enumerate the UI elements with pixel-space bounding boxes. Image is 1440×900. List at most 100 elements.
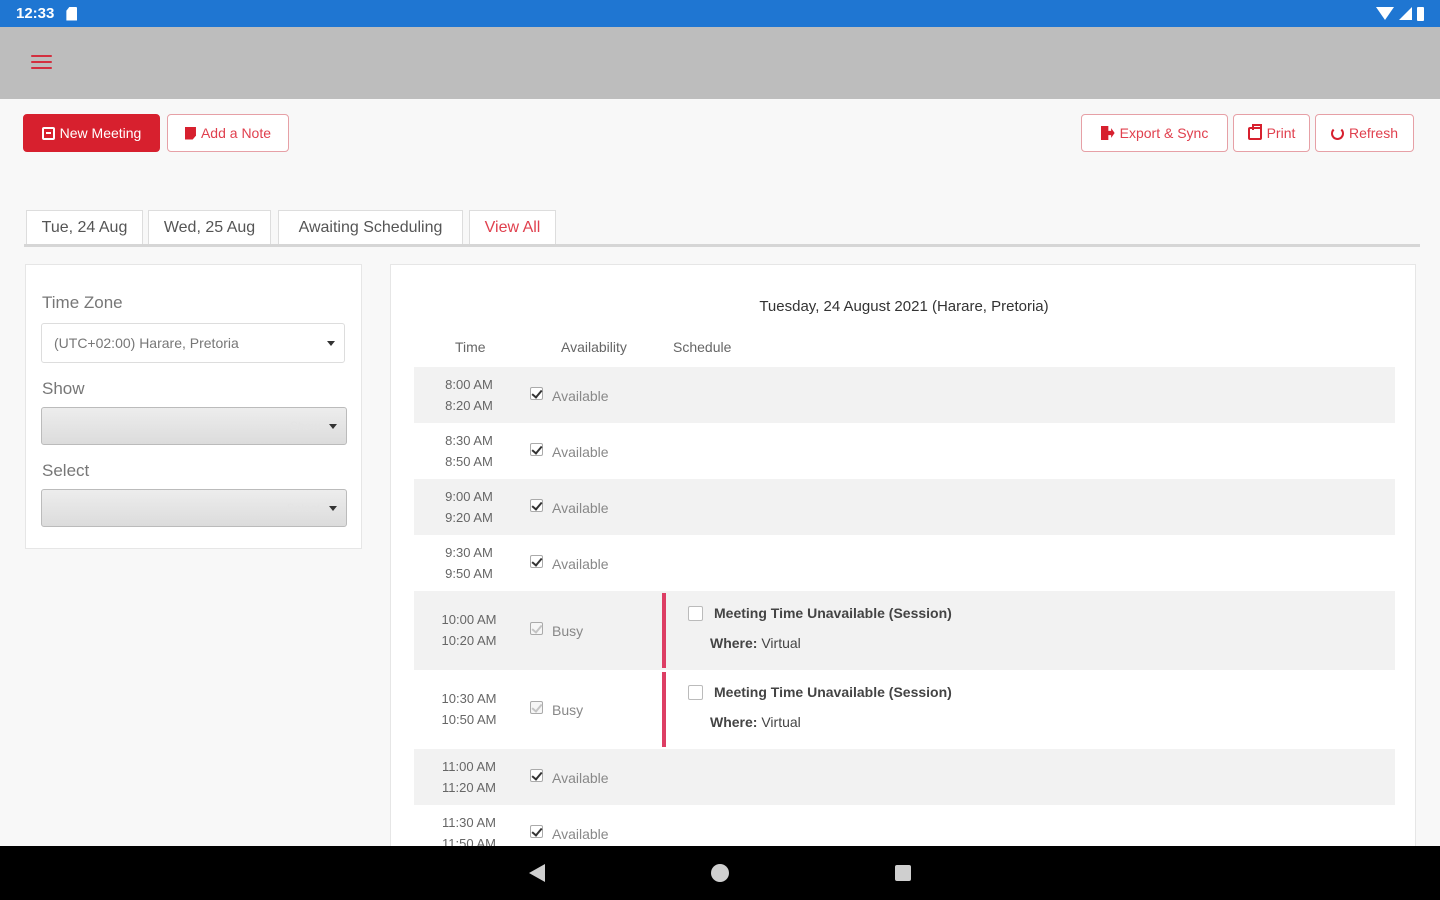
schedule-panel: Tuesday, 24 August 2021 (Harare, Pretori… (390, 264, 1416, 864)
availability-checkbox[interactable] (530, 555, 543, 568)
tab-tue-24-aug[interactable]: Tue, 24 Aug (26, 210, 143, 244)
slot-end: 8:50 AM (445, 454, 493, 469)
battery-icon (1417, 6, 1424, 21)
busy-marker (662, 672, 666, 747)
chevron-down-icon (329, 424, 337, 429)
chevron-down-icon (329, 506, 337, 511)
add-note-label: Add a Note (200, 125, 272, 141)
chevron-down-icon (327, 341, 335, 346)
show-value: Show (289, 419, 320, 433)
tab-awaiting-scheduling[interactable]: Awaiting Scheduling (278, 210, 463, 244)
slot-start: 8:00 AM (445, 377, 493, 392)
slot-end: 10:50 AM (441, 712, 497, 727)
where-value: Virtual (761, 635, 801, 651)
select-value: Select (286, 501, 320, 515)
system-navigation-bar (0, 846, 1440, 900)
availability-checkbox[interactable] (530, 825, 543, 838)
time-slot-row[interactable]: 8:30 AM 8:50 AM Available (414, 423, 1395, 479)
meeting-title[interactable]: Meeting Time Unavailable (Session) (714, 605, 952, 621)
select-dropdown[interactable]: Select (41, 489, 347, 527)
availability-checkbox[interactable] (530, 499, 543, 512)
availability-status: Available (552, 444, 609, 460)
meeting-location: Where: Virtual (710, 714, 801, 730)
refresh-icon (1330, 126, 1344, 140)
column-header-availability: Availability (561, 339, 627, 355)
where-label: Where: (710, 635, 758, 651)
print-button[interactable]: Print (1233, 114, 1310, 152)
availability-status: Available (552, 826, 609, 842)
time-slot-row[interactable]: 9:30 AM 9:50 AM Available (414, 535, 1395, 591)
time-zone-select[interactable]: (UTC+02:00) Harare, Pretoria (41, 323, 345, 363)
availability-checkbox (530, 622, 543, 635)
status-icons (1376, 6, 1424, 21)
slot-start: 11:30 AM (442, 815, 496, 830)
slot-end: 9:20 AM (445, 510, 493, 525)
select-label: Select (42, 461, 90, 480)
signal-icon (1399, 7, 1412, 20)
system-status-bar: 12:33 (0, 0, 1440, 27)
date-tabs: Tue, 24 Aug Wed, 25 Aug Awaiting Schedul… (24, 210, 1420, 247)
availability-status: Available (552, 500, 609, 516)
meeting-checkbox[interactable] (688, 685, 703, 700)
time-zone-label: Time Zone (42, 293, 123, 312)
slot-start: 10:30 AM (441, 691, 497, 706)
meeting-checkbox[interactable] (688, 606, 703, 621)
slot-start: 8:30 AM (445, 433, 493, 448)
meeting-title[interactable]: Meeting Time Unavailable (Session) (714, 684, 952, 700)
export-sync-label: Export & Sync (1119, 125, 1209, 141)
where-value: Virtual (761, 714, 801, 730)
recents-icon[interactable] (895, 865, 911, 881)
availability-checkbox (530, 701, 543, 714)
new-meeting-label: New Meeting (59, 125, 142, 141)
availability-checkbox[interactable] (530, 443, 543, 456)
new-meeting-button[interactable]: New Meeting (23, 114, 160, 152)
column-header-schedule: Schedule (673, 339, 732, 355)
wifi-icon (1376, 7, 1394, 20)
print-label: Print (1266, 125, 1296, 141)
time-slot-row[interactable]: 8:00 AM 8:20 AM Available (414, 367, 1395, 423)
time-slot-row[interactable]: 10:30 AM 10:50 AM Busy Meeting Time Unav… (414, 670, 1395, 749)
filter-panel: Time Zone (UTC+02:00) Harare, Pretoria S… (25, 264, 362, 549)
slot-end: 11:20 AM (442, 780, 496, 795)
availability-status: Available (552, 388, 609, 404)
slot-end: 9:50 AM (445, 566, 493, 581)
hamburger-menu-icon[interactable] (31, 55, 52, 71)
slot-end: 8:20 AM (445, 398, 493, 413)
export-icon (1100, 126, 1115, 140)
time-slot-row[interactable]: 9:00 AM 9:20 AM Available (414, 479, 1395, 535)
calendar-icon (41, 126, 55, 140)
time-slot-row[interactable]: 10:00 AM 10:20 AM Busy Meeting Time Unav… (414, 591, 1395, 670)
tab-view-all[interactable]: View All (469, 210, 556, 244)
slot-start: 9:30 AM (445, 545, 493, 560)
app-toolbar (0, 27, 1440, 99)
schedule-title: Tuesday, 24 August 2021 (Harare, Pretori… (759, 298, 1049, 315)
availability-status: Busy (552, 623, 584, 639)
time-zone-value: (UTC+02:00) Harare, Pretoria (54, 335, 239, 351)
where-label: Where: (710, 714, 758, 730)
note-icon (184, 126, 196, 140)
busy-marker (662, 593, 666, 668)
clock: 12:33 (16, 5, 55, 22)
refresh-label: Refresh (1348, 125, 1399, 141)
add-note-button[interactable]: Add a Note (167, 114, 289, 152)
meeting-location: Where: Virtual (710, 635, 801, 651)
refresh-button[interactable]: Refresh (1315, 114, 1414, 152)
export-sync-button[interactable]: Export & Sync (1081, 114, 1228, 152)
column-header-time: Time (455, 339, 486, 355)
availability-checkbox[interactable] (530, 769, 543, 782)
availability-checkbox[interactable] (530, 387, 543, 400)
sd-card-icon (66, 6, 78, 21)
show-label: Show (42, 379, 85, 398)
tab-wed-25-aug[interactable]: Wed, 25 Aug (148, 210, 271, 244)
availability-status: Available (552, 770, 609, 786)
back-icon[interactable] (529, 864, 545, 882)
home-icon[interactable] (711, 864, 729, 882)
show-dropdown[interactable]: Show (41, 407, 347, 445)
printer-icon (1247, 123, 1262, 140)
slot-start: 10:00 AM (441, 612, 497, 627)
slot-start: 11:00 AM (442, 759, 496, 774)
availability-status: Available (552, 556, 609, 572)
slot-end: 10:20 AM (441, 633, 497, 648)
time-slot-row[interactable]: 11:00 AM 11:20 AM Available (414, 749, 1395, 805)
availability-status: Busy (552, 702, 584, 718)
